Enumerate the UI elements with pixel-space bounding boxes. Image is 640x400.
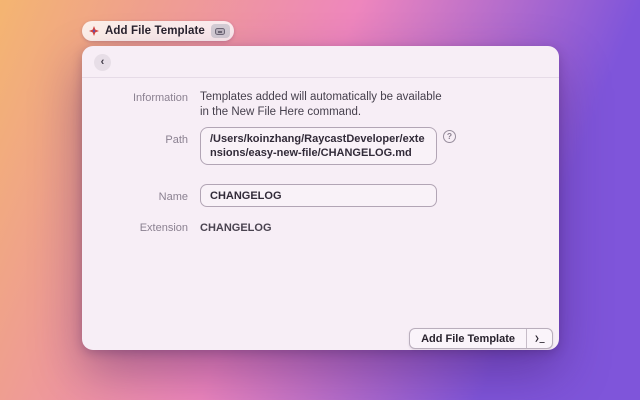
terminal-prompt-icon[interactable]: ❯_ bbox=[527, 329, 552, 348]
path-row: Path /Users/koinzhang/RaycastDeveloper/e… bbox=[82, 127, 559, 165]
footer-actions: Add File Template ❯_ bbox=[409, 328, 553, 349]
form: Information Templates added will automat… bbox=[82, 46, 559, 350]
keycap-icon bbox=[210, 24, 230, 38]
information-label: Information bbox=[132, 92, 188, 104]
name-row: Name bbox=[82, 184, 559, 207]
extension-label: Extension bbox=[139, 222, 188, 234]
path-field[interactable]: /Users/koinzhang/RaycastDeveloper/extens… bbox=[200, 127, 437, 165]
app-window: ‹ Information Templates added will autom… bbox=[82, 46, 559, 350]
help-icon[interactable]: ? bbox=[443, 130, 456, 143]
path-label: Path bbox=[165, 134, 188, 146]
name-input[interactable] bbox=[200, 184, 437, 207]
command-title: Add File Template bbox=[105, 25, 205, 37]
extension-value: CHANGELOG bbox=[200, 222, 272, 234]
command-pill[interactable]: Add File Template bbox=[82, 21, 234, 41]
information-row: Information Templates added will automat… bbox=[82, 90, 559, 120]
extension-icon bbox=[89, 26, 99, 36]
extension-row: Extension CHANGELOG bbox=[82, 220, 559, 234]
information-text: Templates added will automatically be av… bbox=[200, 91, 442, 118]
add-file-template-button[interactable]: Add File Template bbox=[410, 329, 526, 348]
name-label: Name bbox=[158, 191, 188, 203]
